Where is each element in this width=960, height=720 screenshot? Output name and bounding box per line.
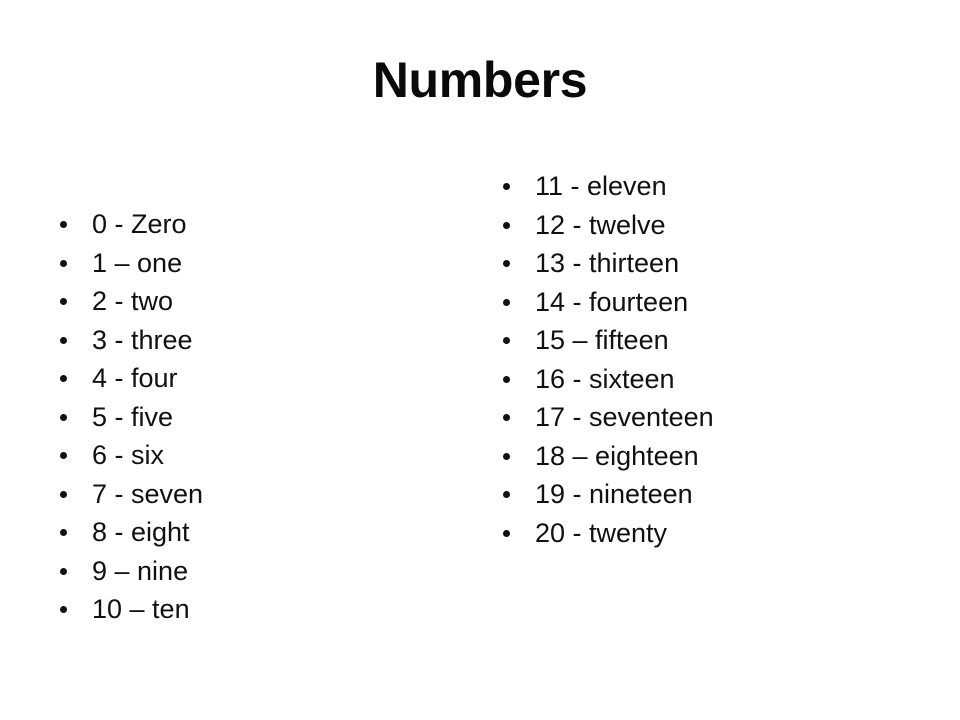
list-item: 9 – nine — [56, 552, 456, 591]
slide-canvas: Numbers 0 - Zero 1 – one 2 - two 3 - three 4… — [0, 0, 960, 720]
bullet-dot-icon — [60, 490, 67, 498]
list-item: 15 – fifteen — [499, 321, 919, 360]
bullet-dot-icon — [503, 221, 510, 229]
number-entry-right-label: 13 - thirteen — [535, 248, 680, 278]
number-entry-right-label: 17 - seventeen — [535, 402, 714, 432]
bullet-dot-icon — [60, 567, 67, 575]
list-item: 3 - three — [56, 321, 456, 360]
bullet-dot-icon — [503, 491, 510, 499]
list-item: 14 - fourteen — [499, 283, 919, 322]
bullet-dot-icon — [60, 606, 67, 614]
number-entry-right-label: 11 - eleven — [535, 171, 667, 201]
number-entry-left-label: 5 - five — [92, 401, 174, 432]
list-item: 1 – one — [56, 244, 456, 283]
number-entry-left-label: 8 - eight — [92, 517, 190, 547]
number-entry-left-label: 1 – one — [92, 247, 183, 278]
number-list-right: 11 - eleven 12 - twelve 13 - thirteen 14 - … — [499, 167, 919, 552]
list-item: 10 – ten — [56, 590, 456, 629]
list-item: 6 - six — [56, 436, 456, 475]
number-entry-right-label: 18 – eighteen — [535, 440, 699, 471]
list-item: 16 - sixteen — [499, 360, 919, 399]
number-entry-left-label: 2 - two — [92, 286, 174, 316]
number-list-left: 0 - Zero 1 – one 2 - two 3 - three 4 - four 5… — [56, 205, 456, 629]
number-entry-right-label: 12 - twelve — [535, 209, 666, 240]
list-item: 20 - twenty — [499, 514, 919, 553]
number-entry-right-label: 15 – fifteen — [535, 325, 669, 355]
number-entry-right-label: 16 - sixteen — [535, 363, 675, 394]
bullet-dot-icon — [503, 298, 510, 306]
bullet-dot-icon — [60, 298, 67, 306]
bullet-dot-icon — [503, 414, 510, 422]
bullet-dot-icon — [60, 529, 67, 537]
number-entry-right-label: 14 - fourteen — [535, 286, 689, 317]
bullet-dot-icon — [60, 452, 67, 460]
page-title: Numbers — [372, 52, 588, 108]
number-entry-left-label: 6 - six — [92, 440, 165, 470]
list-item: 12 - twelve — [499, 206, 919, 245]
number-entry-left-label: 10 – ten — [92, 594, 190, 624]
number-entry-right-label: 19 - nineteen — [535, 479, 693, 509]
number-entry-left-label: 0 - Zero — [92, 209, 187, 239]
bullet-dot-icon — [503, 183, 510, 191]
bullet-dot-icon — [503, 260, 510, 268]
list-item: 0 - Zero — [56, 205, 456, 244]
number-entry-right-label: 20 - twenty — [535, 517, 668, 548]
bullet-dot-icon — [60, 221, 67, 229]
list-item: 18 – eighteen — [499, 437, 919, 476]
bullet-dot-icon — [60, 413, 67, 421]
list-item: 8 - eight — [56, 513, 456, 552]
list-item: 19 - nineteen — [499, 475, 919, 514]
list-item: 17 - seventeen — [499, 398, 919, 437]
bullet-dot-icon — [503, 337, 510, 345]
bullet-dot-icon — [503, 529, 510, 537]
number-entry-left-label: 4 - four — [92, 363, 178, 393]
bullet-dot-icon — [503, 452, 510, 460]
list-item: 7 - seven — [56, 475, 456, 514]
number-entry-left-label: 9 – nine — [92, 555, 189, 586]
bullet-dot-icon — [60, 375, 67, 383]
list-item: 4 - four — [56, 359, 456, 398]
number-entry-left-label: 3 - three — [92, 324, 193, 355]
bullet-dot-icon — [60, 336, 67, 344]
list-item: 11 - eleven — [499, 167, 919, 206]
bullet-dot-icon — [60, 259, 67, 267]
list-item: 13 - thirteen — [499, 244, 919, 283]
list-item: 2 - two — [56, 282, 456, 321]
number-entry-left-label: 7 - seven — [92, 478, 204, 509]
bullet-dot-icon — [503, 375, 510, 383]
list-item: 5 - five — [56, 398, 456, 437]
